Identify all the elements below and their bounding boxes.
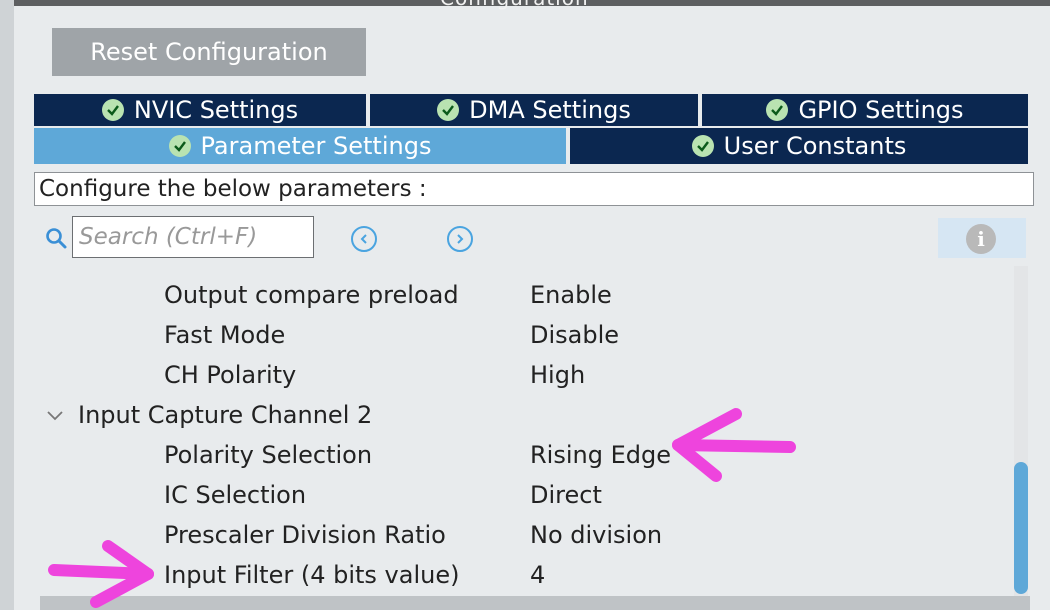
param-value[interactable]: Rising Edge (530, 441, 671, 469)
param-name: Polarity Selection (164, 441, 373, 469)
check-circle-icon (101, 99, 124, 121)
param-value[interactable]: Enable (530, 281, 612, 309)
check-circle-icon (766, 99, 789, 121)
param-value[interactable]: High (530, 361, 585, 389)
param-row-polarity-selection[interactable]: Polarity Selection Rising Edge (0, 435, 1010, 475)
group-label: Input Capture Channel 2 (78, 401, 373, 429)
param-row-prescaler-division-ratio[interactable]: Prescaler Division Ratio No division (0, 515, 1010, 555)
param-name: Prescaler Division Ratio (164, 521, 446, 549)
chevron-left-icon (360, 234, 367, 244)
reset-configuration-button[interactable]: Reset Configuration (52, 28, 366, 76)
tab-dma-settings[interactable]: DMA Settings (370, 94, 698, 126)
search-previous-button[interactable] (351, 226, 377, 252)
tab-label: User Constants (723, 132, 907, 160)
configure-parameters-label: Configure the below parameters : (34, 172, 1034, 206)
param-value[interactable]: No division (530, 521, 662, 549)
check-circle-icon (691, 135, 714, 157)
chevron-right-icon (457, 234, 464, 244)
param-name: Output compare preload (164, 281, 459, 309)
tab-user-constants[interactable]: User Constants (570, 128, 1028, 164)
tab-label: DMA Settings (469, 96, 631, 124)
param-name: IC Selection (164, 481, 307, 509)
chevron-down-icon[interactable] (44, 404, 66, 426)
tab-nvic-settings[interactable]: NVIC Settings (34, 94, 366, 126)
param-name: CH Polarity (164, 361, 297, 389)
tab-label: NVIC Settings (133, 96, 299, 124)
param-name: Input Filter (4 bits value) (164, 561, 460, 589)
param-value[interactable]: Disable (530, 321, 619, 349)
panel-title: Configuration (440, 0, 589, 10)
param-row-output-compare-preload[interactable]: Output compare preload Enable (0, 275, 1010, 315)
param-value[interactable]: 4 (530, 561, 545, 589)
check-circle-icon (437, 99, 460, 121)
search-input[interactable] (72, 216, 314, 258)
check-circle-icon (168, 135, 191, 157)
param-row-ch-polarity[interactable]: CH Polarity High (0, 355, 1010, 395)
vertical-scrollbar-thumb[interactable] (1014, 462, 1028, 594)
horizontal-scrollbar[interactable] (40, 596, 1030, 610)
tab-label: GPIO Settings (798, 96, 964, 124)
info-icon[interactable]: i (966, 224, 996, 254)
param-row-input-filter[interactable]: Input Filter (4 bits value) 4 (0, 555, 1010, 595)
param-value[interactable]: Direct (530, 481, 602, 509)
tab-label: Parameter Settings (200, 132, 432, 160)
tab-gpio-settings[interactable]: GPIO Settings (702, 94, 1028, 126)
tab-parameter-settings[interactable]: Parameter Settings (34, 128, 566, 164)
search-next-button[interactable] (447, 226, 473, 252)
param-row-fast-mode[interactable]: Fast Mode Disable (0, 315, 1010, 355)
param-row-ic-selection[interactable]: IC Selection Direct (0, 475, 1010, 515)
param-name: Fast Mode (164, 321, 286, 349)
group-input-capture-channel-2[interactable]: Input Capture Channel 2 (44, 395, 372, 435)
search-icon[interactable] (44, 226, 68, 250)
